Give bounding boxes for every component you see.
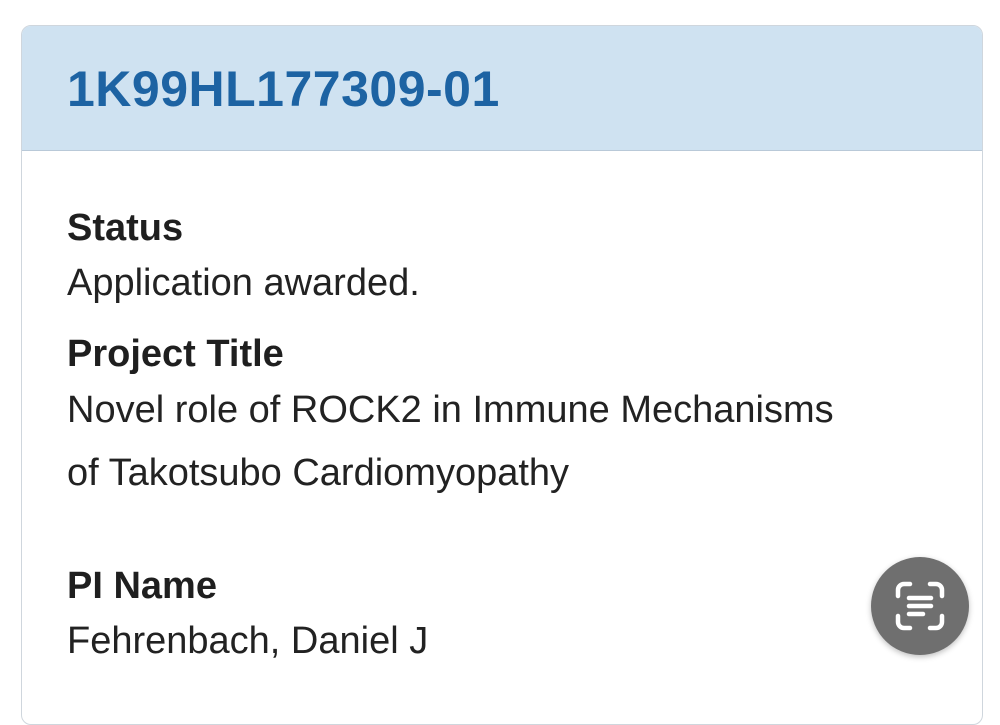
grant-id[interactable]: 1K99HL177309-01 — [67, 61, 500, 117]
text-scan-button[interactable] — [871, 557, 969, 655]
card-header: 1K99HL177309-01 — [22, 26, 982, 151]
grant-card: 1K99HL177309-01 Status Application award… — [21, 25, 983, 725]
text-scan-icon — [895, 581, 945, 631]
pi-name-label: PI Name — [67, 565, 217, 607]
project-title-line-1: Novel role of ROCK2 in Immune Mechanisms — [67, 389, 834, 431]
project-title-label: Project Title — [67, 333, 284, 375]
status-value: Application awarded. — [67, 262, 420, 304]
status-label: Status — [67, 207, 184, 249]
project-title-line-2: of Takotsubo Cardiomyopathy — [67, 452, 570, 494]
pi-name-value: Fehrenbach, Daniel J — [67, 620, 429, 662]
